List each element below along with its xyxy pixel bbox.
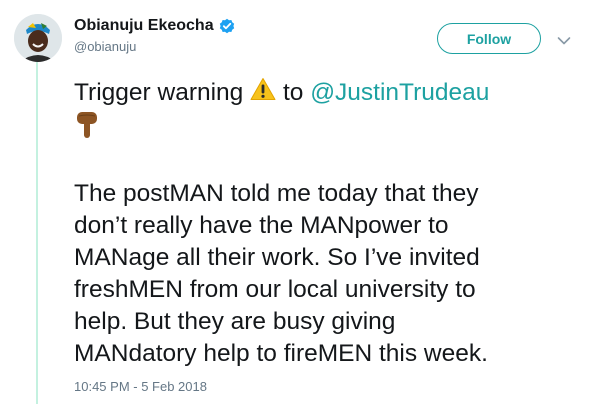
tweet-body-line: don’t really have the MANpower to bbox=[74, 212, 449, 240]
author-name-row[interactable]: Obianuju Ekeocha bbox=[74, 17, 235, 35]
tweet-body-line: freshMEN from our local university to bbox=[74, 276, 476, 304]
follow-button[interactable]: Follow bbox=[437, 23, 541, 54]
thread-line bbox=[36, 60, 38, 404]
tweet-emoji-line bbox=[74, 110, 579, 149]
avatar[interactable] bbox=[14, 14, 62, 62]
author-handle[interactable]: @obianuju bbox=[74, 39, 136, 54]
tweet-timestamp[interactable]: 10:45 PM - 5 Feb 2018 bbox=[74, 379, 207, 394]
tweet-body-line: The postMAN told me today that they bbox=[74, 180, 479, 208]
point-down-icon bbox=[74, 110, 100, 149]
verified-badge-icon bbox=[219, 18, 235, 34]
mention-link[interactable]: @JustinTrudeau bbox=[310, 79, 489, 106]
tweet-text: Trigger warning to @JustinTrudeau The po… bbox=[74, 77, 579, 370]
chevron-down-icon[interactable] bbox=[557, 33, 571, 45]
warning-icon bbox=[250, 77, 276, 110]
tweet-intro-line: Trigger warning to @JustinTrudeau bbox=[74, 77, 579, 110]
tweet-body-line: MANdatory help to fireMEN this week. bbox=[74, 340, 488, 368]
tweet-paragraph-gap bbox=[74, 149, 579, 178]
tweet-intro-to: to bbox=[282, 79, 304, 106]
tweet-body-line: help. But they are busy giving bbox=[74, 308, 396, 336]
author-display-name[interactable]: Obianuju Ekeocha bbox=[74, 17, 214, 35]
tweet-body-line: MANage all their work. So I’ve invited bbox=[74, 244, 480, 272]
tweet-intro-text: Trigger warning bbox=[74, 79, 244, 106]
